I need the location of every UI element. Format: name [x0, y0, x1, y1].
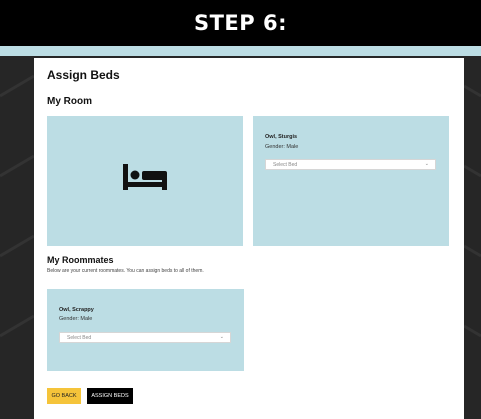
roommate-bed-select[interactable]: Select Bed ⌄ [59, 332, 231, 343]
roommate-name: Owl, Scrappy [59, 307, 94, 313]
occupant-name: Owl, Sturgis [265, 134, 298, 140]
occupant-gender: Gender: Male [265, 144, 299, 150]
select-value: Select Bed [273, 162, 298, 168]
chevron-down-icon: ⌄ [424, 161, 429, 167]
roommate-gender: Gender: Male [59, 316, 93, 322]
roommate-card: Owl, Scrappy Gender: Male Select Bed ⌄ [47, 289, 244, 371]
select-value: Select Bed [67, 335, 92, 341]
step-title: STEP 6: [193, 11, 287, 35]
go-back-button[interactable]: GO BACK [47, 388, 81, 404]
occupant-card: Owl, Sturgis Gender: Male Select Bed ⌄ [253, 116, 449, 246]
step-banner: STEP 6: [0, 0, 481, 46]
bed-icon [123, 164, 167, 190]
occupant-bed-select[interactable]: Select Bed ⌄ [265, 159, 436, 170]
roommates-heading: My Roommates [47, 255, 114, 265]
room-image-card [47, 116, 243, 246]
assign-beds-panel: Assign Beds My Room Owl, Sturgis Gender:… [34, 58, 464, 419]
chevron-down-icon: ⌄ [219, 334, 224, 340]
banner-stripe [0, 46, 481, 56]
my-room-heading: My Room [47, 96, 92, 107]
assign-beds-button[interactable]: ASSIGN BEDS [87, 388, 133, 404]
roommates-description: Below are your current roommates. You ca… [47, 268, 204, 274]
page-title: Assign Beds [47, 68, 120, 82]
